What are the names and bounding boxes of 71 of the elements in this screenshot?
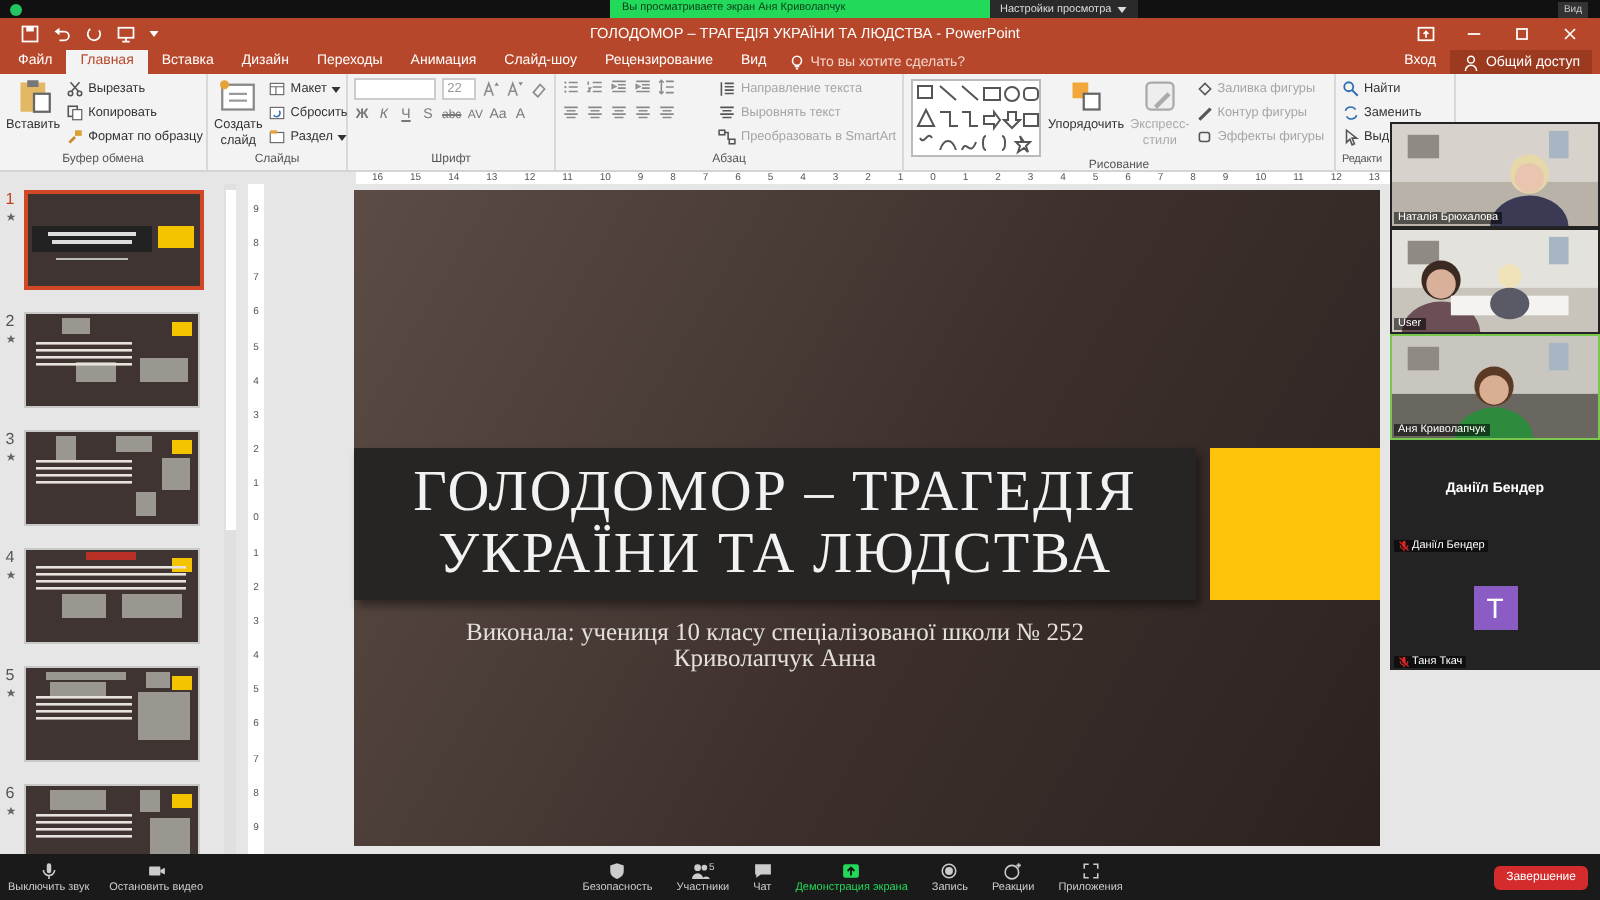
slide-thumbnail[interactable] (24, 666, 200, 762)
caret-icon (330, 83, 343, 95)
smartart-icon (718, 128, 737, 146)
customize-caret-icon[interactable] (148, 27, 160, 39)
people-icon (691, 861, 710, 879)
shapes-gallery[interactable] (910, 78, 1042, 158)
star-icon (5, 334, 15, 344)
align-icon[interactable] (610, 104, 628, 122)
close-icon[interactable] (1560, 23, 1580, 43)
decrease-indent-icon[interactable] (610, 78, 628, 96)
replace-icon (1342, 104, 1360, 122)
slide-thumbnail[interactable] (24, 312, 200, 408)
chat-bubble-icon (753, 861, 772, 879)
maximize-icon[interactable] (1512, 23, 1532, 43)
slide-number: 3 (5, 430, 15, 448)
redo-icon[interactable] (84, 23, 104, 43)
slide-subtitle: Криволапчук Анна (673, 646, 877, 672)
presentation-icon[interactable] (116, 23, 136, 43)
caret-icon (336, 131, 349, 143)
slide-number: 5 (5, 666, 15, 684)
share-screen-icon (842, 861, 861, 879)
font-name-field[interactable] (354, 78, 436, 100)
reset-icon (268, 104, 287, 122)
avatar: T (1473, 586, 1517, 630)
bullets-icon[interactable] (562, 78, 580, 96)
slide-number: 2 (5, 312, 15, 330)
apps-icon (1081, 861, 1100, 879)
increase-indent-icon[interactable] (634, 78, 652, 96)
star-icon (5, 212, 15, 222)
line-spacing-icon[interactable] (658, 78, 676, 96)
star-icon (5, 806, 15, 816)
select-icon (1342, 128, 1360, 146)
star-icon (5, 570, 15, 580)
layout-icon (268, 80, 287, 98)
brush-icon (66, 128, 85, 146)
star-icon (5, 688, 15, 698)
align-icon[interactable] (634, 104, 652, 122)
slide-thumbnail[interactable] (24, 430, 200, 526)
align-icon (718, 104, 737, 122)
shrink-font-icon[interactable] (506, 80, 524, 98)
save-icon[interactable] (20, 23, 40, 43)
star-icon (5, 452, 15, 462)
slide-title: УКРАЇНИ ТА ЛЮДСТВА (437, 524, 1113, 586)
scrollbar[interactable] (224, 184, 236, 854)
align-icon[interactable] (562, 104, 580, 122)
slide-thumbnail[interactable] (24, 190, 204, 290)
video-camera-icon (147, 861, 166, 879)
slide-title: ГОЛОДОМОР – ТРАГЕДІЯ (413, 462, 1137, 524)
reactions-icon (1004, 861, 1023, 879)
numbering-icon[interactable] (586, 78, 604, 96)
status-icon (10, 4, 22, 16)
copy-icon (66, 104, 85, 122)
slide-thumbnail[interactable] (24, 784, 200, 854)
microphone-icon (39, 861, 58, 879)
grow-font-icon[interactable] (482, 80, 500, 98)
slide-thumbnail[interactable] (24, 548, 200, 644)
align-icon[interactable] (658, 104, 676, 122)
slide-number: 4 (5, 548, 15, 566)
shield-icon (608, 861, 627, 879)
align-icon[interactable] (586, 104, 604, 122)
undo-icon[interactable] (52, 23, 72, 43)
ribbon-display-icon[interactable] (1416, 23, 1436, 43)
find-icon (1342, 80, 1360, 98)
slide-number: 6 (5, 784, 15, 802)
eraser-icon[interactable] (530, 80, 548, 98)
slide-subtitle: Виконала: учениця 10 класу спеціалізованої школи № 252 (466, 620, 1084, 646)
section-icon (268, 128, 287, 146)
scissors-icon (66, 80, 85, 98)
record-icon (940, 861, 959, 879)
lightbulb-icon (788, 53, 807, 71)
slide-number: 1 (5, 190, 15, 208)
